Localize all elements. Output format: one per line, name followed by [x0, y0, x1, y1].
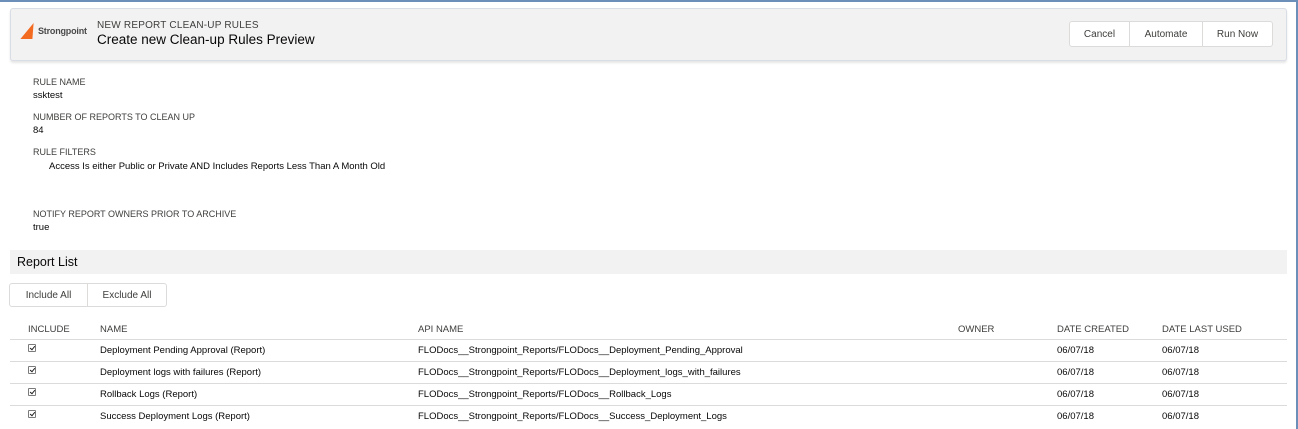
notify-owners-label: NOTIFY REPORT OWNERS PRIOR TO ARCHIVE: [33, 209, 237, 219]
column-header-date-last-used: DATE LAST USED: [1162, 324, 1242, 335]
cancel-button[interactable]: Cancel: [1069, 21, 1130, 47]
table-row: Rollback Logs (Report) FLODocs__Strongpo…: [10, 383, 1287, 405]
page-title: Create new Clean-up Rules Preview: [97, 32, 315, 47]
report-list-title: Report List: [17, 255, 78, 269]
column-header-owner: OWNER: [958, 324, 995, 335]
report-date-created: 06/07/18: [1057, 389, 1094, 400]
include-all-button[interactable]: Include All: [9, 283, 88, 307]
report-date-created: 06/07/18: [1057, 367, 1094, 378]
report-date-created: 06/07/18: [1057, 411, 1094, 422]
notify-owners-value: true: [33, 222, 50, 233]
report-name: Deployment logs with failures (Report): [100, 367, 262, 378]
report-date-last-used: 06/07/18: [1162, 345, 1199, 356]
page-header: Strongpoint NEW REPORT CLEAN-UP RULES Cr…: [10, 8, 1287, 61]
column-header-include: INCLUDE: [28, 324, 70, 335]
strongpoint-logo: Strongpoint: [20, 23, 87, 39]
report-count-value: 84: [33, 125, 44, 136]
include-checkbox[interactable]: [28, 344, 36, 352]
report-name: Success Deployment Logs (Report): [100, 411, 250, 422]
automate-button[interactable]: Automate: [1129, 21, 1203, 47]
strongpoint-logo-icon: [20, 23, 38, 39]
report-count-label: NUMBER OF REPORTS TO CLEAN UP: [33, 112, 196, 122]
report-date-created: 06/07/18: [1057, 345, 1094, 356]
report-date-last-used: 06/07/18: [1162, 411, 1199, 422]
column-header-date-created: DATE CREATED: [1057, 324, 1129, 335]
rule-name-label: RULE NAME: [33, 77, 86, 87]
rule-name-value: ssktest: [33, 90, 63, 101]
report-date-last-used: 06/07/18: [1162, 389, 1199, 400]
include-checkbox[interactable]: [28, 388, 36, 396]
rule-filters-label: RULE FILTERS: [33, 147, 96, 157]
report-name: Deployment Pending Approval (Report): [100, 345, 266, 356]
report-api-name: FLODocs__Strongpoint_Reports/FLODocs__De…: [418, 345, 743, 356]
report-list-header: Report List: [10, 250, 1287, 274]
table-row: Success Deployment Logs (Report) FLODocs…: [10, 405, 1287, 427]
include-checkbox[interactable]: [28, 366, 36, 374]
column-header-name: NAME: [100, 324, 128, 335]
report-api-name: FLODocs__Strongpoint_Reports/FLODocs__Ro…: [418, 389, 672, 400]
report-api-name: FLODocs__Strongpoint_Reports/FLODocs__De…: [418, 367, 741, 378]
run-now-button[interactable]: Run Now: [1202, 21, 1273, 47]
rule-filters-value: Access Is either Public or Private AND I…: [49, 161, 386, 172]
rule-details: RULE NAME ssktest NUMBER OF REPORTS TO C…: [33, 75, 423, 242]
header-button-group: Cancel Automate Run Now: [1069, 21, 1273, 47]
logo-text: Strongpoint: [38, 26, 87, 36]
header-eyebrow: NEW REPORT CLEAN-UP RULES: [97, 20, 259, 31]
include-exclude-group: Include All Exclude All: [9, 283, 167, 307]
report-date-last-used: 06/07/18: [1162, 367, 1199, 378]
table-row: Deployment logs with failures (Report) F…: [10, 361, 1287, 383]
report-api-name: FLODocs__Strongpoint_Reports/FLODocs__Su…: [418, 411, 727, 422]
column-header-api-name: API NAME: [418, 324, 464, 335]
page-top-edge: [0, 0, 1298, 2]
report-name: Rollback Logs (Report): [100, 389, 198, 400]
include-checkbox[interactable]: [28, 410, 36, 418]
exclude-all-button[interactable]: Exclude All: [87, 283, 167, 307]
table-row: Deployment Pending Approval (Report) FLO…: [10, 339, 1287, 361]
header-titles: NEW REPORT CLEAN-UP RULES Create new Cle…: [97, 20, 315, 47]
